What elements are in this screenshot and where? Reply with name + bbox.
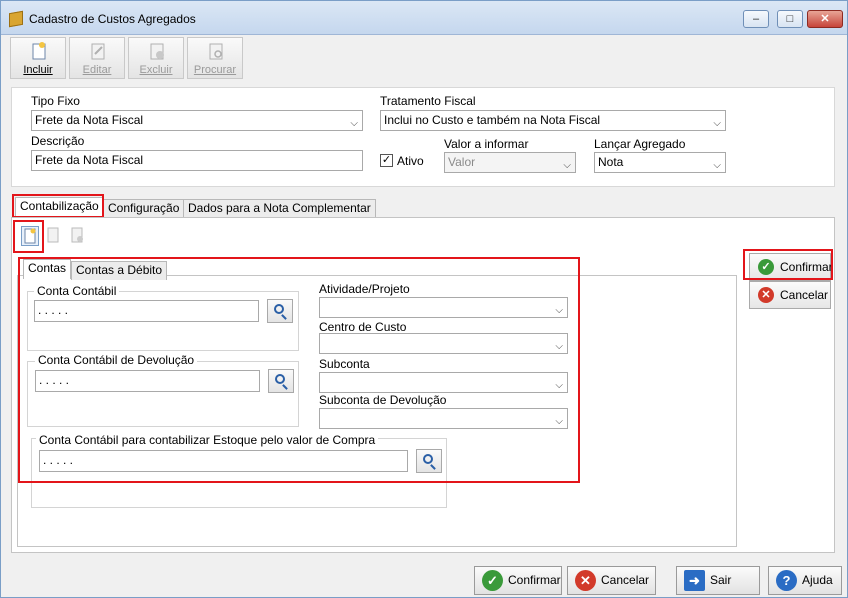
exit-icon: ➜ (684, 570, 705, 591)
side-cancelar-label: Cancelar (780, 288, 829, 302)
lancar-label: Lançar Agregado (594, 137, 686, 151)
new-item-button[interactable] (21, 226, 39, 246)
procurar-label: Procurar (193, 64, 237, 76)
valor-select[interactable]: Valor ⌵ (444, 152, 576, 173)
check-icon: ✓ (482, 570, 503, 591)
chevron-down-icon: ⌵ (713, 160, 721, 171)
procurar-button[interactable]: Procurar (187, 37, 243, 79)
close-icon: ✕ (758, 287, 774, 303)
edit-document-icon (47, 227, 59, 243)
tab-configuracao[interactable]: Configuração (103, 199, 185, 218)
form-panel: Tipo Fixo Frete da Nota Fiscal ⌵ Tratame… (11, 87, 835, 187)
conta-contabil-search-button[interactable] (267, 299, 293, 323)
side-confirmar-label: Confirmar (780, 260, 833, 274)
valor-label: Valor a informar (444, 137, 529, 151)
cancelar-button[interactable]: ✕ Cancelar (567, 566, 656, 595)
valor-value: Valor (448, 155, 476, 169)
subconta-select[interactable]: ⌵ (319, 372, 568, 393)
tratamento-label: Tratamento Fiscal (380, 94, 476, 108)
lancar-value: Nota (598, 155, 624, 169)
conta-estoque-search-button[interactable] (416, 449, 442, 473)
ativo-checkbox[interactable]: ✓ (380, 154, 393, 167)
minimize-button[interactable]: – (743, 10, 769, 28)
side-confirmar-button[interactable]: ✓ Confirmar (749, 253, 833, 281)
app-icon (9, 10, 23, 28)
atividade-select[interactable]: ⌵ (319, 297, 568, 318)
search-icon (423, 454, 433, 464)
help-icon: ? (776, 570, 797, 591)
incluir-button[interactable]: Incluir (10, 37, 66, 79)
incluir-label: Incluir (23, 64, 53, 76)
maximize-button[interactable]: □ (777, 10, 803, 28)
cancelar-label: Cancelar (601, 573, 650, 587)
title-bar: Cadastro de Custos Agregados – □ ✕ (1, 1, 847, 35)
excluir-button[interactable]: Excluir (128, 37, 184, 79)
window-title: Cadastro de Custos Agregados (29, 12, 196, 26)
lancar-select[interactable]: Nota ⌵ (594, 152, 726, 173)
conta-estoque-label: Conta Contábil para contabilizar Estoque… (36, 433, 379, 447)
editar-button[interactable]: Editar (69, 37, 125, 79)
chevron-down-icon: ⌵ (350, 118, 358, 129)
chevron-down-icon: ⌵ (563, 160, 571, 171)
side-cancelar-button[interactable]: ✕ Cancelar (749, 281, 831, 309)
centro-label: Centro de Custo (319, 320, 407, 334)
close-icon: ✕ (575, 570, 596, 591)
conta-contabil-label: Conta Contábil (34, 284, 120, 298)
conta-estoque-input[interactable]: . . . . . (39, 450, 408, 472)
sair-label: Sair (710, 573, 732, 587)
delete-document-icon (71, 227, 83, 243)
conta-devolucao-label: Conta Contábil de Devolução (35, 353, 198, 367)
new-document-icon (32, 42, 46, 60)
tipo-fixo-label: Tipo Fixo (31, 94, 80, 108)
chevron-down-icon: ⌵ (555, 416, 563, 427)
excluir-label: Excluir (139, 64, 173, 76)
conta-devolucao-input[interactable]: . . . . . (35, 370, 260, 392)
tab-dados-nota[interactable]: Dados para a Nota Complementar (183, 199, 376, 218)
check-icon: ✓ (758, 259, 774, 275)
confirmar-button[interactable]: ✓ Confirmar (474, 566, 562, 595)
search-document-icon (209, 43, 223, 60)
editar-label: Editar (82, 64, 112, 76)
subconta-dev-label: Subconta de Devolução (319, 393, 447, 407)
tab-contabilizacao[interactable]: Contabilização (15, 197, 104, 217)
tratamento-select[interactable]: Inclui no Custo e também na Nota Fiscal … (380, 110, 726, 131)
subconta-dev-select[interactable]: ⌵ (319, 408, 568, 429)
ajuda-label: Ajuda (802, 573, 833, 587)
tab-contas-debito[interactable]: Contas a Débito (71, 261, 168, 280)
search-icon (275, 374, 285, 384)
subconta-label: Subconta (319, 357, 370, 371)
chevron-down-icon: ⌵ (555, 380, 563, 391)
confirmar-label: Confirmar (508, 573, 561, 587)
ajuda-button[interactable]: ? Ajuda (768, 566, 842, 595)
chevron-down-icon: ⌵ (555, 305, 563, 316)
search-icon (274, 304, 284, 314)
conta-devolucao-search-button[interactable] (268, 369, 294, 393)
new-document-icon (24, 228, 36, 244)
atividade-label: Atividade/Projeto (319, 282, 410, 296)
delete-item-button[interactable] (69, 226, 87, 246)
tab-contas[interactable]: Contas (23, 259, 72, 279)
chevron-down-icon: ⌵ (555, 341, 563, 352)
close-button[interactable]: ✕ (807, 10, 843, 28)
tipo-fixo-value: Frete da Nota Fiscal (35, 113, 144, 127)
delete-document-icon (150, 43, 164, 60)
tipo-fixo-select[interactable]: Frete da Nota Fiscal ⌵ (31, 110, 363, 131)
edit-item-button[interactable] (45, 226, 63, 246)
ativo-label: Ativo (397, 154, 424, 168)
edit-document-icon (91, 43, 105, 60)
conta-estoque-group (31, 438, 447, 508)
descricao-label: Descrição (31, 134, 85, 148)
toolbar: Incluir Editar Excluir Procurar (6, 35, 842, 81)
descricao-input[interactable]: Frete da Nota Fiscal (31, 150, 363, 171)
centro-select[interactable]: ⌵ (319, 333, 568, 354)
conta-contabil-input[interactable]: . . . . . (34, 300, 259, 322)
chevron-down-icon: ⌵ (713, 118, 721, 129)
main-window: Cadastro de Custos Agregados – □ ✕ Inclu… (0, 0, 848, 598)
sair-button[interactable]: ➜ Sair (676, 566, 760, 595)
tratamento-value: Inclui no Custo e também na Nota Fiscal (384, 113, 601, 127)
